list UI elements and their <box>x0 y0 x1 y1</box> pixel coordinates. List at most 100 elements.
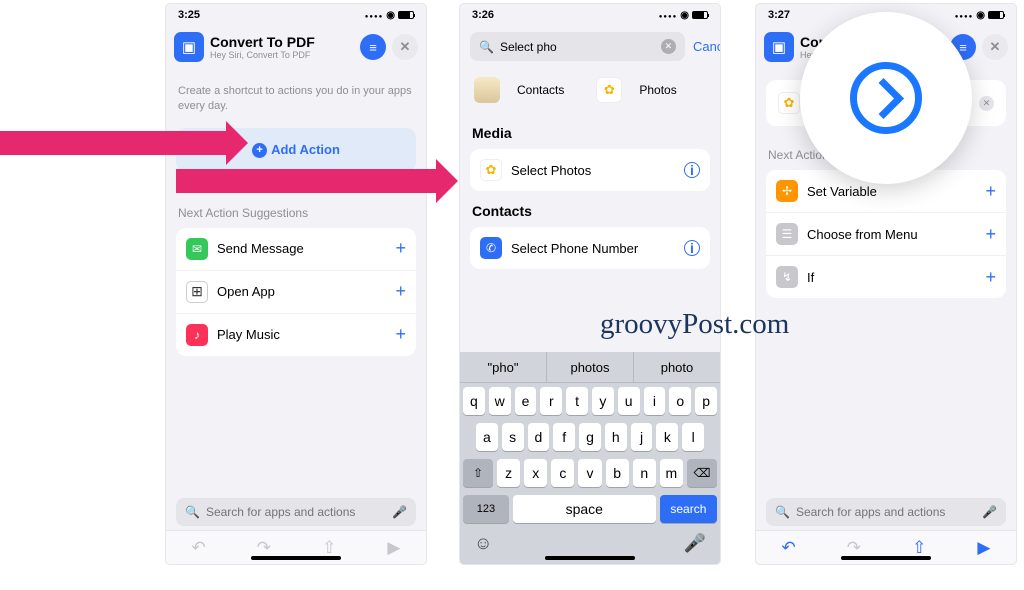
numbers-key[interactable]: 123 <box>463 495 509 523</box>
key[interactable]: o <box>669 387 691 415</box>
battery-icon <box>692 11 708 19</box>
add-icon[interactable]: + <box>395 324 406 345</box>
search-field[interactable] <box>206 505 386 519</box>
row-label: Select Photos <box>511 163 684 178</box>
undo-button[interactable]: ↶ <box>782 538 796 558</box>
key[interactable]: w <box>489 387 511 415</box>
search-input[interactable]: 🔍 🎤 <box>176 498 416 526</box>
key[interactable]: t <box>566 387 588 415</box>
key[interactable]: u <box>618 387 640 415</box>
home-indicator <box>841 556 931 560</box>
key[interactable]: h <box>605 423 627 451</box>
shortcut-app-icon: ▣ <box>764 32 794 62</box>
key[interactable]: i <box>644 387 666 415</box>
add-icon[interactable]: + <box>395 238 406 259</box>
action-select-phone-number[interactable]: ✆ Select Phone Number i <box>470 227 710 269</box>
close-button[interactable]: ✕ <box>392 34 418 60</box>
signal-icon <box>365 9 384 21</box>
key[interactable]: d <box>528 423 550 451</box>
run-button[interactable]: ▶ <box>387 538 400 558</box>
kbd-suggestion[interactable]: photo <box>634 352 720 382</box>
mic-icon[interactable]: 🎤 <box>982 505 997 519</box>
category-photos[interactable]: Photos <box>596 77 676 103</box>
emoji-key[interactable]: ☺ <box>474 533 492 554</box>
home-indicator <box>251 556 341 560</box>
search-icon: 🔍 <box>185 505 200 519</box>
keyboard-suggestions: "pho" photos photo <box>460 352 720 383</box>
info-icon[interactable]: i <box>684 240 700 256</box>
share-button[interactable]: ⇧ <box>912 538 926 558</box>
photos-icon <box>596 77 622 103</box>
suggestions-list: ✢ Set Variable + ☰ Choose from Menu + ↯ … <box>766 170 1006 298</box>
results-body: Media Select Photos i Contacts ✆ Select … <box>460 125 720 277</box>
undo-button[interactable]: ↶ <box>192 538 206 558</box>
category-label: Photos <box>639 83 676 97</box>
search-input[interactable]: 🔍 🎤 <box>766 498 1006 526</box>
redo-button[interactable]: ↷ <box>257 538 271 558</box>
signal-icon <box>955 9 974 21</box>
suggestion-play-music[interactable]: ♪ Play Music + <box>176 314 416 356</box>
remove-action-icon[interactable]: ✕ <box>979 96 994 111</box>
search-icon: 🔍 <box>479 40 494 54</box>
info-icon[interactable]: i <box>684 162 700 178</box>
key[interactable]: m <box>660 459 683 487</box>
search-input[interactable]: 🔍 ✕ <box>470 32 685 61</box>
key[interactable]: g <box>579 423 601 451</box>
search-container: 🔍 🎤 <box>766 498 1006 526</box>
kbd-suggestion[interactable]: photos <box>547 352 634 382</box>
suggestion-open-app[interactable]: Open App + <box>176 271 416 314</box>
key[interactable]: q <box>463 387 485 415</box>
key[interactable]: c <box>551 459 574 487</box>
settings-button[interactable]: ≡ <box>360 34 386 60</box>
key[interactable]: n <box>633 459 656 487</box>
kbd-suggestion[interactable]: "pho" <box>460 352 547 382</box>
backspace-key[interactable]: ⌫ <box>687 459 717 487</box>
wifi-icon <box>976 9 985 21</box>
clear-icon[interactable]: ✕ <box>661 39 676 54</box>
key[interactable]: k <box>656 423 678 451</box>
search-field[interactable] <box>796 505 976 519</box>
add-icon[interactable]: + <box>395 281 406 302</box>
key[interactable]: a <box>476 423 498 451</box>
search-key[interactable]: search <box>660 495 717 523</box>
wifi-icon <box>680 9 689 21</box>
close-button[interactable]: ✕ <box>982 34 1008 60</box>
key[interactable]: p <box>695 387 717 415</box>
key[interactable]: l <box>682 423 704 451</box>
category-contacts[interactable]: Contacts <box>474 77 564 103</box>
shift-key[interactable]: ⇧ <box>463 459 493 487</box>
redo-button[interactable]: ↷ <box>847 538 861 558</box>
mic-icon[interactable]: 🎤 <box>392 505 407 519</box>
share-button[interactable]: ⇧ <box>322 538 336 558</box>
key[interactable]: j <box>631 423 653 451</box>
cancel-button[interactable]: Cancel <box>693 39 720 54</box>
music-icon: ♪ <box>186 324 208 346</box>
key[interactable]: r <box>540 387 562 415</box>
key[interactable]: s <box>502 423 524 451</box>
space-key[interactable]: space <box>513 495 656 523</box>
suggestions-list: ✉ Send Message + Open App + ♪ Play Music… <box>176 228 416 356</box>
key[interactable]: y <box>592 387 614 415</box>
suggestion-if[interactable]: ↯ If + <box>766 256 1006 298</box>
key[interactable]: f <box>553 423 575 451</box>
key[interactable]: v <box>578 459 601 487</box>
dictate-key[interactable]: 🎤 <box>684 533 706 554</box>
key[interactable]: b <box>606 459 629 487</box>
keyboard[interactable]: "pho" photos photo qwertyuiop asdfghjkl … <box>460 352 720 564</box>
page-subtitle: Hey Siri, Convert To PDF <box>210 50 354 60</box>
title-box: Convert To PDF Hey Siri, Convert To PDF <box>210 34 354 60</box>
key[interactable]: e <box>515 387 537 415</box>
suggestion-choose-from-menu[interactable]: ☰ Choose from Menu + <box>766 213 1006 256</box>
key[interactable]: x <box>524 459 547 487</box>
search-field[interactable] <box>500 40 655 54</box>
add-icon[interactable]: + <box>985 224 996 245</box>
suggestion-send-message[interactable]: ✉ Send Message + <box>176 228 416 271</box>
key[interactable]: z <box>497 459 520 487</box>
run-button[interactable]: ▶ <box>977 538 990 558</box>
status-bar: 3:25 <box>166 4 426 26</box>
action-select-photos[interactable]: Select Photos i <box>470 149 710 191</box>
keyboard-row-2: asdfghjkl <box>460 419 720 455</box>
body: Create a shortcut to actions you do in y… <box>166 68 426 364</box>
add-icon[interactable]: + <box>985 181 996 202</box>
add-icon[interactable]: + <box>985 267 996 288</box>
